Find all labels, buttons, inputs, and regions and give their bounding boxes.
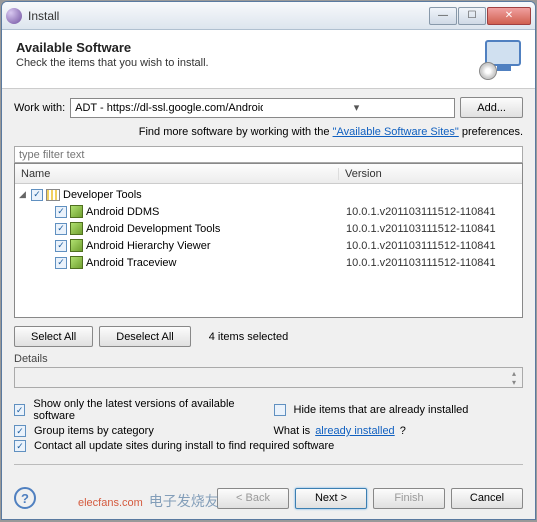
scroll-down-icon[interactable]: ▾ xyxy=(507,378,521,387)
sites-hint: Find more software by working with the "… xyxy=(14,126,523,138)
details-box: ▴▾ xyxy=(14,367,523,388)
back-button[interactable]: < Back xyxy=(217,488,289,509)
available-sites-link[interactable]: "Available Software Sites" xyxy=(333,126,459,138)
tree-item[interactable]: ✓ Android Development Tools 10.0.1.v2011… xyxy=(15,220,522,237)
close-button[interactable]: ✕ xyxy=(487,7,531,25)
wizard-header: Available Software Check the items that … xyxy=(2,30,535,89)
selection-count: 4 items selected xyxy=(209,331,288,343)
checkbox[interactable]: ✓ xyxy=(55,240,67,252)
page-subtitle: Check the items that you wish to install… xyxy=(16,57,479,69)
window-controls: — ☐ ✕ xyxy=(429,7,531,25)
opt-contact-sites: Contact all update sites during install … xyxy=(34,440,334,452)
finish-button[interactable]: Finish xyxy=(373,488,445,509)
tree-root[interactable]: ◢ ✓ Developer Tools xyxy=(15,186,522,203)
checkbox-hide-installed[interactable]: ✓ xyxy=(274,404,286,416)
opt-hide-installed: Hide items that are already installed xyxy=(294,404,469,416)
checkbox-contact-sites[interactable]: ✓ xyxy=(14,440,26,452)
titlebar: Install — ☐ ✕ xyxy=(2,2,535,30)
checkbox-show-latest[interactable]: ✓ xyxy=(14,404,25,416)
column-name[interactable]: Name xyxy=(15,168,339,180)
minimize-button[interactable]: — xyxy=(429,7,457,25)
next-button[interactable]: Next > xyxy=(295,488,367,509)
separator xyxy=(14,464,523,465)
work-with-label: Work with: xyxy=(14,102,65,114)
select-all-button[interactable]: Select All xyxy=(14,326,93,347)
package-icon xyxy=(70,205,83,218)
checkbox[interactable]: ✓ xyxy=(55,257,67,269)
add-button[interactable]: Add... xyxy=(460,97,523,118)
work-with-value: ADT - https://dl-ssl.google.com/Android/… xyxy=(75,102,263,114)
opt-group-category: Group items by category xyxy=(34,425,154,437)
tree-item[interactable]: ✓ Android Hierarchy Viewer 10.0.1.v20110… xyxy=(15,237,522,254)
checkbox-group-category[interactable]: ✓ xyxy=(14,425,26,437)
install-icon xyxy=(479,40,521,82)
deselect-all-button[interactable]: Deselect All xyxy=(99,326,190,347)
maximize-button[interactable]: ☐ xyxy=(458,7,486,25)
page-title: Available Software xyxy=(16,40,479,55)
opt-show-latest: Show only the latest versions of availab… xyxy=(33,398,263,422)
tree-item[interactable]: ✓ Android DDMS 10.0.1.v201103111512-1108… xyxy=(15,203,522,220)
checkbox[interactable]: ✓ xyxy=(55,223,67,235)
package-icon xyxy=(70,256,83,269)
chevron-down-icon: ▾ xyxy=(263,101,451,114)
scroll-up-icon[interactable]: ▴ xyxy=(507,369,521,378)
tree-root-label: Developer Tools xyxy=(63,189,142,201)
window-title: Install xyxy=(28,9,429,23)
column-version[interactable]: Version xyxy=(339,168,522,180)
checkbox[interactable]: ✓ xyxy=(55,206,67,218)
cancel-button[interactable]: Cancel xyxy=(451,488,523,509)
tree-item[interactable]: ✓ Android Traceview 10.0.1.v201103111512… xyxy=(15,254,522,271)
install-dialog: Install — ☐ ✕ Available Software Check t… xyxy=(1,1,536,520)
package-icon xyxy=(70,239,83,252)
checkbox[interactable]: ✓ xyxy=(31,189,43,201)
help-icon[interactable]: ? xyxy=(14,487,36,509)
work-with-combo[interactable]: ADT - https://dl-ssl.google.com/Android/… xyxy=(70,98,455,118)
details-label: Details xyxy=(14,353,523,365)
already-installed-link[interactable]: already installed xyxy=(315,425,395,437)
what-is-text: What is xyxy=(274,425,311,437)
app-icon xyxy=(6,8,22,24)
expand-icon[interactable]: ◢ xyxy=(19,189,31,200)
category-icon xyxy=(46,189,60,201)
package-icon xyxy=(70,222,83,235)
software-tree: Name Version ◢ ✓ Developer Tools ✓ Andro… xyxy=(14,163,523,318)
filter-input[interactable] xyxy=(14,146,523,163)
